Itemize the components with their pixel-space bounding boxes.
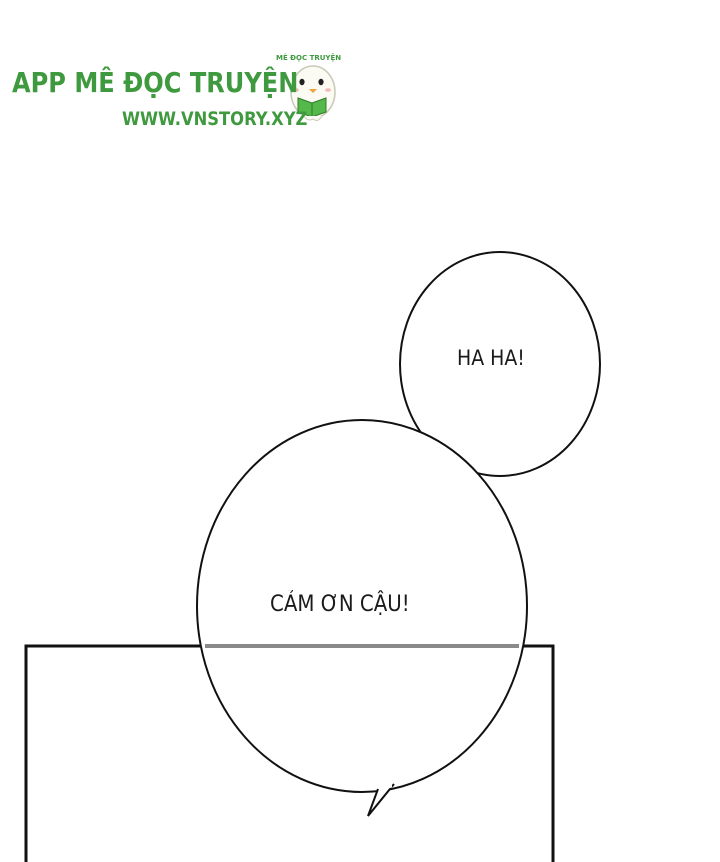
comic-panel-page: MÊ ĐỌC TRUYỆN APP MÊ ĐỌC TRUYỆN WWW.VNST… bbox=[0, 0, 720, 862]
mascot-caption: MÊ ĐỌC TRUYỆN bbox=[276, 54, 342, 62]
watermark-title: APP MÊ ĐỌC TRUYỆN bbox=[12, 66, 299, 99]
speech-bubble-large-text: CẢM ƠN CẬU! bbox=[270, 592, 410, 617]
speech-bubble-large bbox=[196, 419, 528, 817]
speech-bubble-small-text: HA HA! bbox=[457, 346, 525, 370]
artwork-layer bbox=[24, 65, 601, 862]
watermark-url: WWW.VNSTORY.XYZ bbox=[122, 108, 308, 130]
